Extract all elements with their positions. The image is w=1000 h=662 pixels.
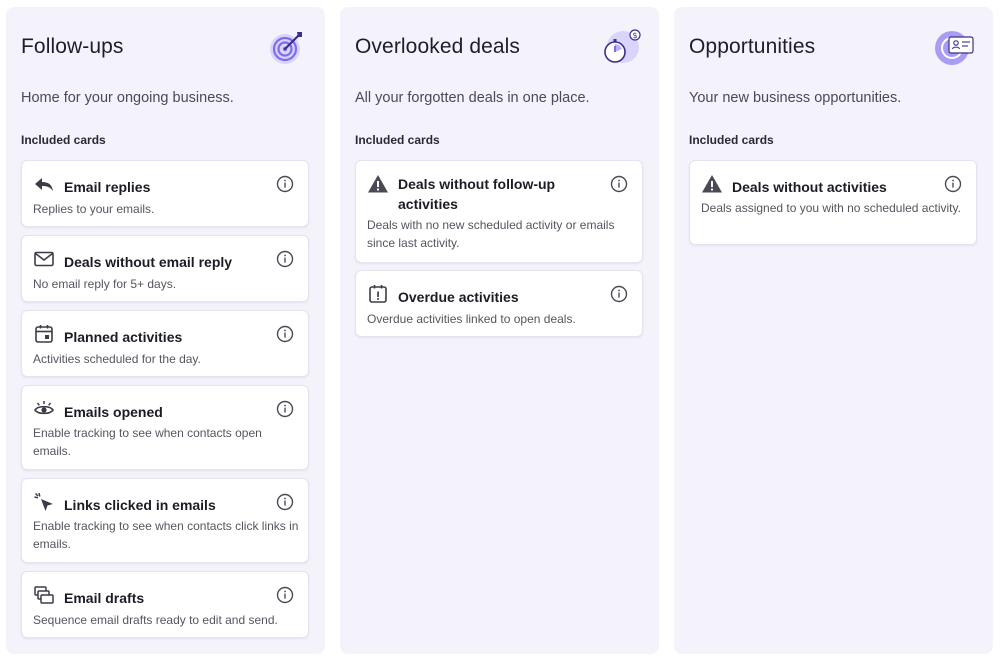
info-icon[interactable]	[276, 400, 294, 418]
cursor-click-icon	[33, 491, 55, 513]
calendar-alert-icon	[367, 283, 389, 305]
column-description: All your forgotten deals in one place.	[355, 90, 590, 106]
section-label: Included cards	[355, 133, 440, 147]
info-icon[interactable]	[276, 493, 294, 511]
card-planned-activities[interactable]: Planned activities Activities scheduled …	[21, 310, 309, 377]
card-description: Deals assigned to you with no scheduled …	[701, 201, 961, 215]
card-description: Activities scheduled for the day.	[33, 352, 201, 366]
column-opportunities: Opportunities Your new business opportun…	[674, 7, 993, 654]
column-title: Follow-ups	[21, 35, 124, 58]
reply-icon	[33, 173, 55, 195]
info-icon[interactable]	[610, 175, 628, 193]
card-title: Email drafts	[64, 590, 145, 606]
card-description: Enable tracking to see when contacts ope…	[33, 426, 262, 458]
card-links-clicked-in-emails[interactable]: Links clicked in emails Enable tracking …	[21, 478, 309, 563]
info-icon[interactable]	[276, 175, 294, 193]
card-title: Email replies	[64, 179, 151, 195]
target-icon	[267, 27, 307, 67]
card-deals-without-follow-up-activities[interactable]: Deals without follow-up activities Deals…	[355, 160, 643, 263]
column-title: Opportunities	[689, 35, 816, 58]
card-deals-without-email-reply[interactable]: Deals without email reply No email reply…	[21, 235, 309, 302]
drafts-icon	[33, 584, 55, 606]
info-icon[interactable]	[276, 586, 294, 604]
column-overlooked-deals: Overlooked deals $ All your forgotten de…	[340, 7, 659, 654]
info-icon[interactable]	[944, 175, 962, 193]
card-description: Replies to your emails.	[33, 202, 155, 216]
card-title: Deals without follow-up activities	[398, 176, 556, 212]
warning-icon	[367, 173, 389, 195]
card-overdue-activities[interactable]: Overdue activities Overdue activities li…	[355, 270, 643, 337]
card-description: Overdue activities linked to open deals.	[367, 312, 576, 326]
card-email-replies[interactable]: Email replies Replies to your emails.	[21, 160, 309, 227]
info-icon[interactable]	[276, 325, 294, 343]
card-title: Deals without email reply	[64, 254, 233, 270]
card-email-drafts[interactable]: Email drafts Sequence email drafts ready…	[21, 571, 309, 638]
eye-icon	[33, 398, 55, 420]
column-follow-ups: Follow-ups Home for your ongoing busines…	[6, 7, 325, 654]
card-title: Overdue activities	[398, 289, 519, 305]
card-title: Links clicked in emails	[64, 497, 216, 513]
section-label: Included cards	[689, 133, 774, 147]
card-title: Emails opened	[64, 404, 163, 420]
card-description: No email reply for 5+ days.	[33, 277, 177, 291]
info-icon[interactable]	[610, 285, 628, 303]
column-title: Overlooked deals	[355, 35, 521, 58]
card-description: Enable tracking to see when contacts cli…	[33, 519, 299, 551]
card-emails-opened[interactable]: Emails opened Enable tracking to see whe…	[21, 385, 309, 470]
column-description: Home for your ongoing business.	[21, 90, 234, 106]
svg-text:$: $	[632, 31, 637, 40]
envelope-icon	[33, 248, 55, 270]
column-description: Your new business opportunities.	[689, 90, 902, 106]
calendar-icon	[33, 323, 55, 345]
card-deals-without-activities[interactable]: Deals without activities Deals assigned …	[689, 160, 977, 245]
section-label: Included cards	[21, 133, 106, 147]
contact-card-icon	[935, 27, 975, 67]
card-description: Sequence email drafts ready to edit and …	[33, 613, 278, 627]
warning-icon	[701, 173, 723, 195]
card-description: Deals with no new scheduled activity or …	[367, 218, 615, 250]
card-title: Planned activities	[64, 329, 183, 345]
stopwatch-icon: $	[601, 27, 641, 67]
info-icon[interactable]	[276, 250, 294, 268]
card-title: Deals without activities	[732, 179, 887, 195]
